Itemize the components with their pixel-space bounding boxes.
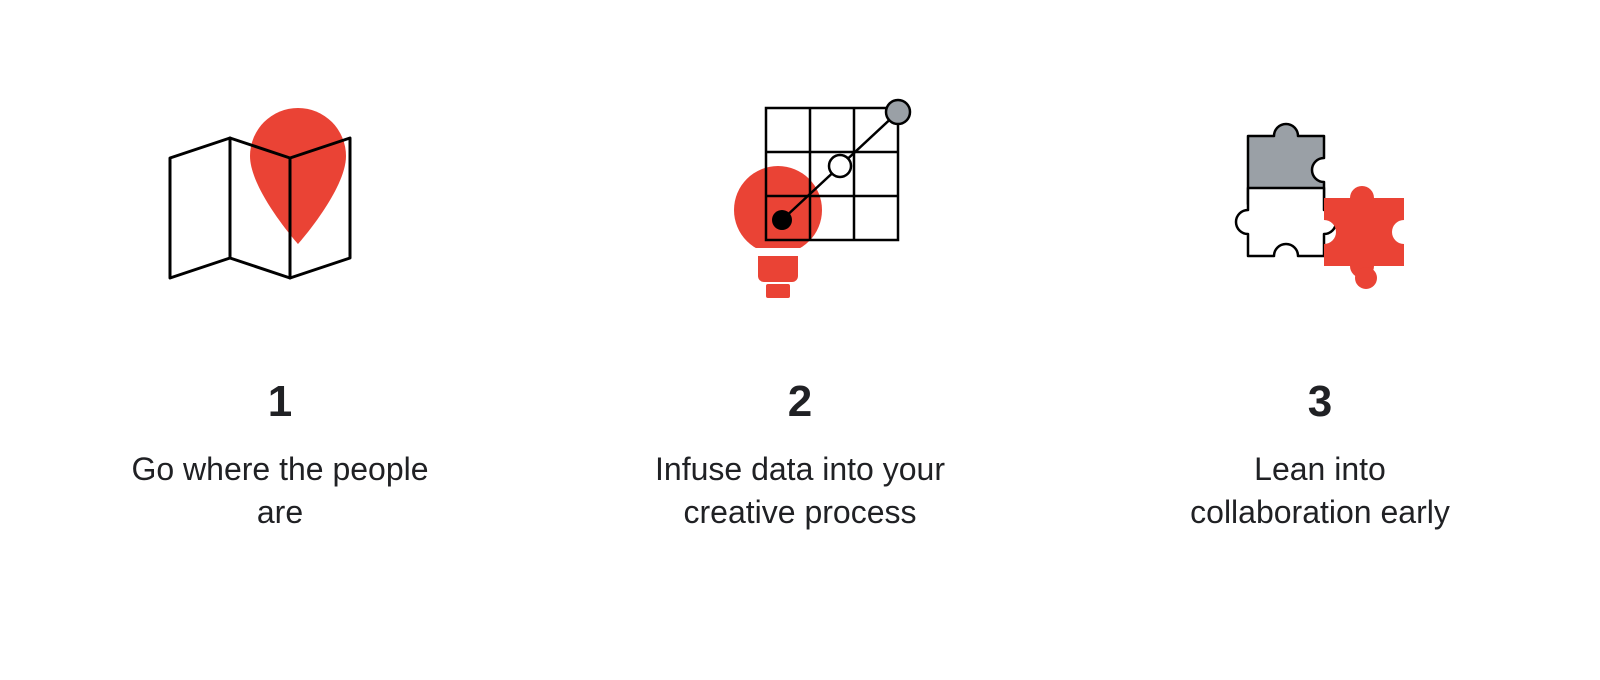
puzzle-icon [1190,80,1450,340]
feature-item-1: 1 Go where the people are [120,80,440,534]
feature-item-2: 2 Infuse data into your creative process [640,80,960,534]
feature-row: 1 Go where the people are [0,0,1600,534]
feature-number: 3 [1308,380,1332,424]
bulb-grid-icon [670,80,930,340]
feature-label: Go where the people are [120,448,440,534]
feature-number: 1 [268,380,292,424]
feature-label: Lean into collaboration early [1160,448,1480,534]
map-pin-icon [150,80,410,340]
feature-item-3: 3 Lean into collaboration early [1160,80,1480,534]
feature-label: Infuse data into your creative process [640,448,960,534]
feature-number: 2 [788,380,812,424]
